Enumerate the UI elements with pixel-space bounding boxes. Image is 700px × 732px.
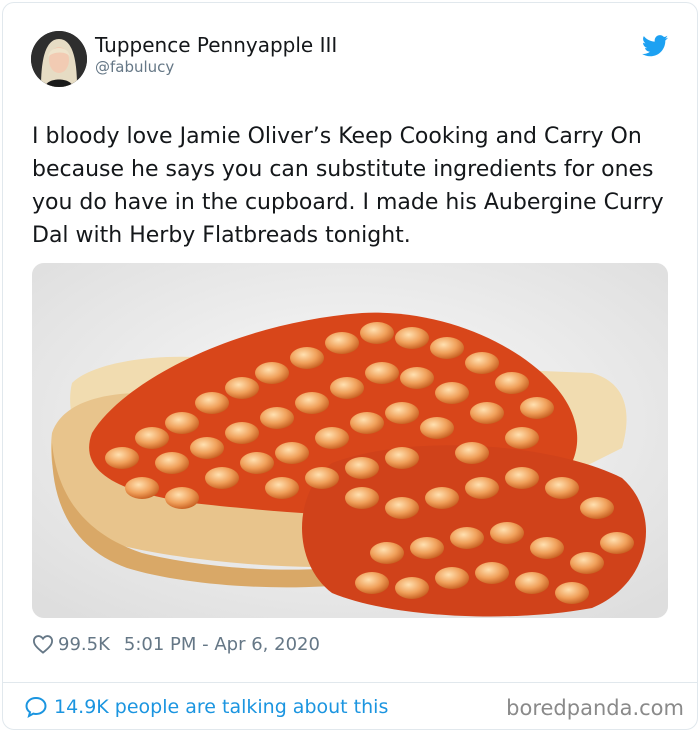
like-count[interactable]: 99.5K <box>58 634 110 655</box>
footer-divider <box>2 682 698 683</box>
avatar-photo <box>31 31 87 87</box>
twitter-bird-icon[interactable] <box>642 35 668 57</box>
user-handle[interactable]: @fabulucy <box>95 58 174 76</box>
tweet-text: I bloody love Jamie Oliver’s Keep Cookin… <box>32 124 664 248</box>
beans-on-toast-photo <box>32 263 668 618</box>
talking-link[interactable]: 14.9K people are talking about this <box>24 693 388 721</box>
talking-text: 14.9K people are talking about this <box>54 696 389 718</box>
avatar[interactable] <box>31 31 87 87</box>
boredpanda-watermark: boredpanda.com <box>506 696 684 720</box>
display-name[interactable]: Tuppence Pennyapple III <box>95 33 337 57</box>
heart-icon[interactable] <box>32 634 54 654</box>
tweet-timestamp[interactable]: 5:01 PM - Apr 6, 2020 <box>124 634 320 655</box>
speech-bubble-icon <box>25 696 47 719</box>
tweet-image[interactable] <box>32 263 668 618</box>
tweet-meta: 99.5K 5:01 PM - Apr 6, 2020 <box>32 630 320 658</box>
